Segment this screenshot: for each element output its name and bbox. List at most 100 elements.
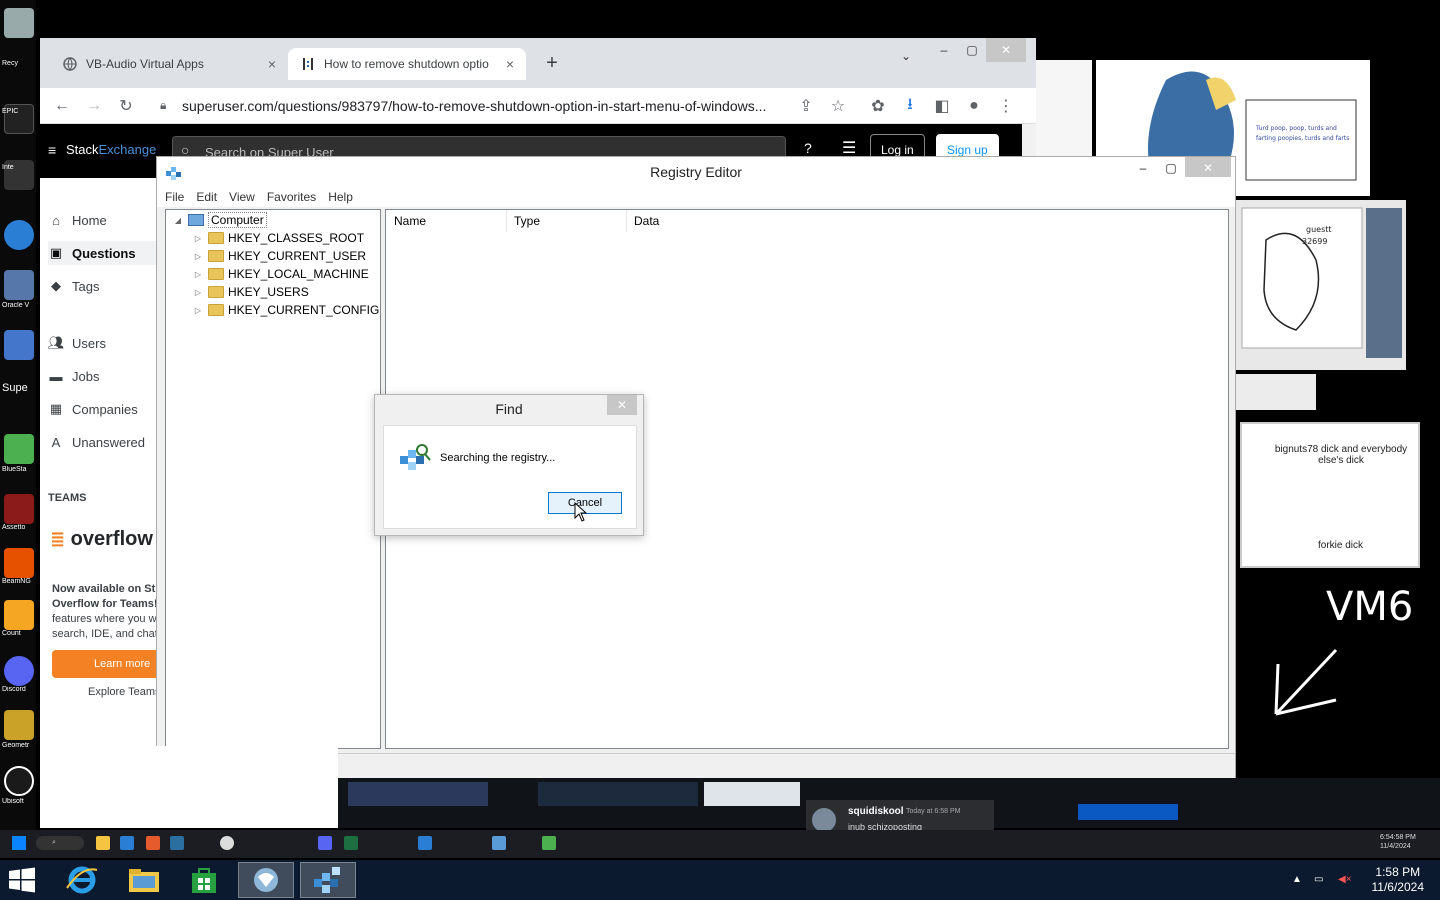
tab-title: How to remove shutdown optio	[324, 57, 489, 71]
column-divider[interactable]	[506, 210, 507, 232]
windows-start-icon[interactable]	[8, 867, 36, 893]
expand-icon[interactable]: ▷	[192, 234, 204, 243]
tree-node-hive[interactable]: ▷ HKEY_CURRENT_USER	[192, 247, 366, 265]
beamng-icon[interactable]	[4, 548, 34, 578]
brand-part-a: Stack	[66, 142, 99, 157]
tab-close-icon[interactable]: ×	[502, 56, 518, 72]
counter-strike-icon[interactable]	[4, 600, 34, 630]
file-explorer-icon[interactable]	[96, 836, 110, 850]
tree-label: HKEY_CURRENT_USER	[228, 249, 367, 263]
menu-view[interactable]: View	[229, 187, 255, 207]
folder-icon	[208, 286, 224, 298]
firefox-icon[interactable]	[146, 836, 160, 850]
regedit-minimize-button[interactable]: –	[1129, 157, 1157, 177]
assetto-icon[interactable]	[4, 494, 34, 524]
ubisoft-icon[interactable]	[4, 766, 34, 796]
tree-node-computer[interactable]: ◢ Computer	[172, 211, 267, 229]
taskbar-store[interactable]	[176, 862, 232, 898]
collapse-icon[interactable]: ◢	[172, 216, 184, 225]
maximize-button[interactable]: ▢	[958, 38, 986, 62]
tree-node-hive[interactable]: ▷ HKEY_CLASSES_ROOT	[192, 229, 364, 247]
menu-edit[interactable]: Edit	[196, 187, 217, 207]
new-tab-button[interactable]: +	[540, 52, 564, 75]
virtualbox-icon[interactable]	[4, 270, 34, 300]
hamburger-icon[interactable]: ≡	[48, 142, 56, 158]
extension-icon[interactable]: ✿	[866, 94, 890, 118]
tab-superuser[interactable]: How to remove shutdown optio ×	[288, 48, 526, 80]
steam-icon[interactable]	[170, 836, 184, 850]
column-divider[interactable]	[626, 210, 627, 232]
tab-search-icon[interactable]: ⌄	[892, 44, 920, 68]
inner-start-icon[interactable]	[12, 836, 26, 850]
menu-favorites[interactable]: Favorites	[267, 187, 316, 207]
tree-label: Computer	[208, 212, 267, 228]
handwritten-vm6: VM6	[1326, 584, 1414, 630]
stackexchange-logo[interactable]: StackExchange	[66, 142, 156, 157]
menu-file[interactable]: File	[165, 187, 184, 207]
app-icon[interactable]	[492, 836, 506, 850]
edge-icon[interactable]	[4, 220, 34, 250]
network-icon[interactable]: ▭	[1314, 874, 1328, 886]
taskbar-registry-editor[interactable]	[300, 862, 356, 898]
desktop-label: BlueSta	[2, 466, 27, 473]
explore-teams-link[interactable]: Explore Teams	[88, 686, 161, 698]
regedit-title: Registry Editor	[650, 164, 742, 180]
tree-node-hive[interactable]: ▷ HKEY_LOCAL_MACHINE	[192, 265, 369, 283]
bluestacks-icon[interactable]	[4, 434, 34, 464]
regedit-close-button[interactable]: ✕	[1185, 157, 1231, 177]
expand-icon[interactable]: ▷	[192, 306, 204, 315]
close-button[interactable]: ✕	[986, 38, 1026, 62]
find-close-button[interactable]: ✕	[607, 395, 637, 415]
menu-help[interactable]: Help	[328, 187, 353, 207]
inner-search-box[interactable]: ⌕	[36, 836, 84, 850]
minimize-button[interactable]: –	[930, 38, 958, 62]
tab-vb-audio[interactable]: VB-Audio Virtual Apps ×	[50, 48, 288, 80]
discord-icon[interactable]	[4, 656, 34, 686]
address-bar[interactable]: 🔒︎ superuser.com/questions/983797/how-to…	[148, 92, 848, 120]
back-arrow-icon[interactable]: ←	[50, 94, 74, 118]
building-icon: ▦	[49, 401, 63, 416]
thumbnail	[704, 782, 800, 806]
share-icon[interactable]: ⇪	[794, 94, 818, 118]
tree-node-hive[interactable]: ▷ HKEY_CURRENT_CONFIG	[192, 301, 379, 319]
column-header-type[interactable]: Type	[514, 214, 540, 228]
tree-label: HKEY_CLASSES_ROOT	[228, 231, 365, 245]
chrome-icon[interactable]	[220, 836, 234, 850]
tab-close-icon[interactable]: ×	[264, 56, 280, 72]
edge-icon[interactable]	[120, 836, 134, 850]
learn-more-button[interactable]: Learn more	[52, 650, 160, 678]
reload-icon[interactable]: ↻	[114, 94, 138, 118]
taskbar-clock[interactable]: 1:58 PM 11/6/2024	[1372, 865, 1425, 895]
regedit-titlebar: Registry Editor – ▢ ✕	[157, 157, 1235, 187]
taskbar-file-explorer[interactable]	[116, 862, 172, 898]
registry-editor-icon	[314, 867, 340, 893]
column-header-data[interactable]: Data	[634, 214, 659, 228]
column-header-name[interactable]: Name	[394, 214, 426, 228]
expand-icon[interactable]: ▷	[192, 252, 204, 261]
expand-icon[interactable]: ▷	[192, 270, 204, 279]
recycle-bin-icon[interactable]	[4, 8, 34, 38]
tree-node-hive[interactable]: ▷ HKEY_USERS	[192, 283, 309, 301]
show-hidden-icons-icon[interactable]: ▲	[1292, 874, 1306, 886]
site-switcher-icon[interactable]: ☰	[842, 138, 856, 158]
taskbar-internet-explorer[interactable]	[54, 862, 110, 898]
find-dialog: Find ✕ Searching the registry... Cancel	[374, 394, 644, 536]
help-icon[interactable]: ?	[804, 140, 812, 156]
excel-icon[interactable]	[344, 836, 358, 850]
regedit-maximize-button[interactable]: ▢	[1157, 157, 1185, 177]
discord-icon[interactable]	[318, 836, 332, 850]
sidepanel-icon[interactable]: ◧	[930, 94, 954, 118]
menu-kebab-icon[interactable]: ⋮	[994, 94, 1018, 118]
forward-arrow-icon[interactable]: →	[82, 94, 106, 118]
bookmark-star-icon[interactable]: ☆	[826, 94, 850, 118]
expand-icon[interactable]: ▷	[192, 288, 204, 297]
download-icon[interactable]: ⭳	[898, 94, 922, 118]
taskbar-remote-desktop[interactable]	[238, 862, 294, 898]
browser-bottom-area	[40, 746, 338, 826]
app-icon[interactable]	[542, 836, 556, 850]
volume-muted-icon[interactable]: ◀×	[1338, 874, 1352, 886]
super-icon[interactable]	[4, 330, 34, 360]
app-icon[interactable]	[418, 836, 432, 850]
profile-avatar-icon[interactable]: ●	[962, 94, 986, 118]
geometry-dash-icon[interactable]	[4, 710, 34, 740]
